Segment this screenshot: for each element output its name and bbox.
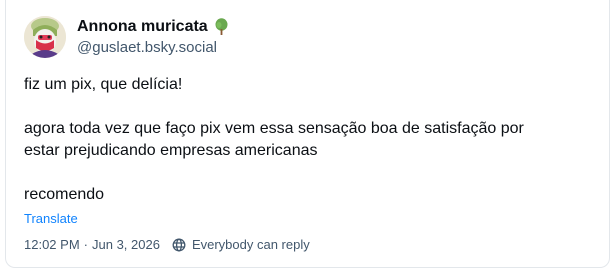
post-text-line: fiz um pix, que delícia! bbox=[24, 76, 183, 93]
post-meta: 12:02 PM · Jun 3, 2026 Everybody can rep… bbox=[24, 236, 310, 254]
post-date[interactable]: Jun 3, 2026 bbox=[92, 236, 160, 254]
author-display-name[interactable]: Annona muricata bbox=[77, 17, 229, 37]
author-handle[interactable]: @guslaet.bsky.social bbox=[77, 38, 229, 58]
meta-separator: · bbox=[83, 237, 88, 252]
post-time[interactable]: 12:02 PM bbox=[24, 236, 80, 254]
avatar[interactable] bbox=[24, 16, 66, 58]
author-display-name-text[interactable]: Annona muricata bbox=[77, 17, 208, 37]
post-text-line: estar prejudicando empresas americanas bbox=[24, 142, 318, 159]
post-text-line: recomendo bbox=[24, 186, 105, 203]
translate-link[interactable]: Translate bbox=[24, 211, 78, 227]
post-text: fiz um pix, que delícia! agora toda vez … bbox=[24, 74, 604, 206]
post-text-line: agora toda vez que faço pix vem essa sen… bbox=[24, 120, 524, 137]
avatar-image bbox=[24, 16, 66, 58]
globe-icon bbox=[172, 238, 186, 252]
author-names: Annona muricata @guslaet.bsky.social bbox=[77, 17, 229, 58]
tree-icon bbox=[214, 17, 229, 36]
post-header: Annona muricata @guslaet.bsky.social bbox=[24, 16, 229, 58]
post-card: Annona muricata @guslaet.bsky.social fiz… bbox=[5, 0, 610, 268]
reply-setting[interactable]: Everybody can reply bbox=[192, 236, 310, 254]
